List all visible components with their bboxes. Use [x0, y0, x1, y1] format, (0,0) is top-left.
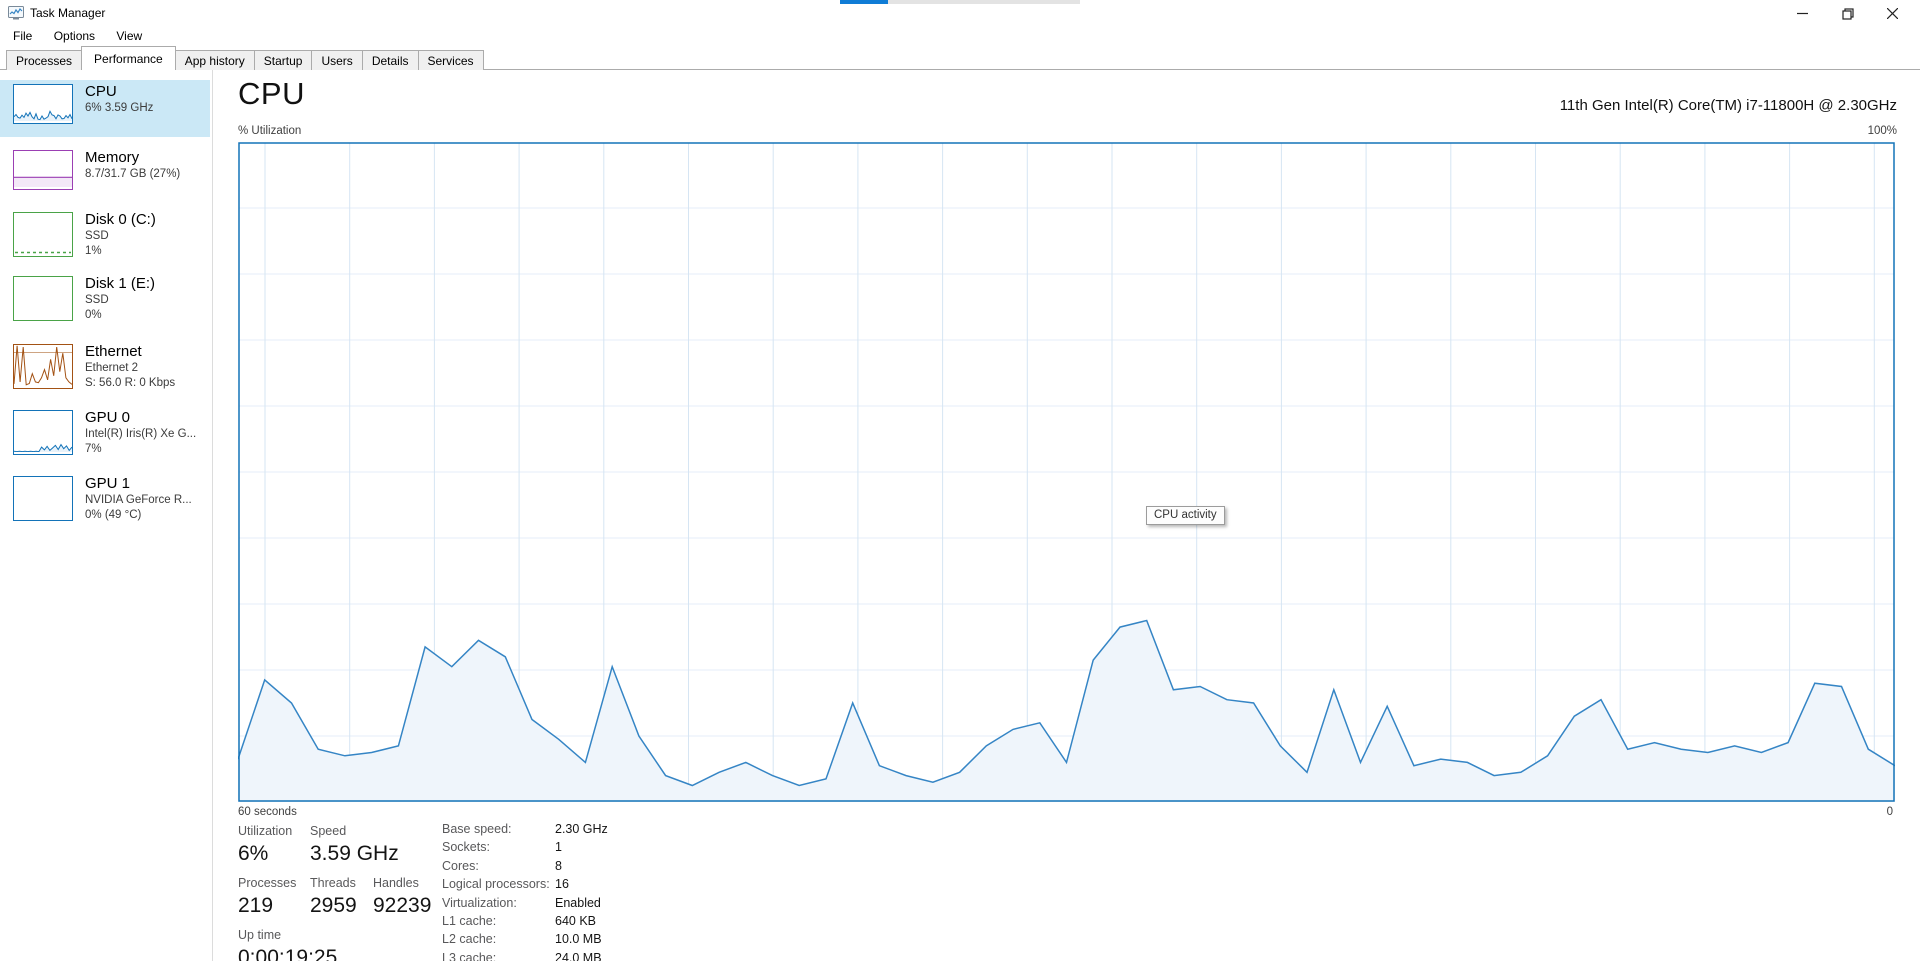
- tab-performance[interactable]: Performance: [81, 46, 176, 71]
- menu-options[interactable]: Options: [46, 27, 103, 45]
- sidebar-item-line2: 8.7/31.7 GB (27%): [85, 168, 181, 180]
- sidebar-item-disk1[interactable]: Disk 1 (E:) SSD 0%: [0, 272, 210, 336]
- sidebar-item-line3: 7%: [85, 443, 102, 455]
- top-progress-fill: [840, 0, 888, 4]
- stat-right-value: 24.0 MB: [555, 950, 602, 961]
- cpu-panel: CPU 11th Gen Intel(R) Core(TM) i7-11800H…: [213, 70, 1920, 961]
- stat-right-label: Virtualization:: [442, 895, 517, 910]
- memory-mini-chart: [13, 150, 73, 190]
- tab-processes[interactable]: Processes: [6, 50, 83, 70]
- sidebar-item-line3: 0%: [85, 309, 102, 321]
- sidebar-item-title: Disk 1 (E:): [85, 275, 156, 292]
- cpu-utilization-chart[interactable]: [237, 142, 1896, 802]
- gpu0-mini-chart: [13, 410, 73, 455]
- stat-speed-label: Speed: [310, 824, 347, 838]
- x-left-label: 60 seconds: [238, 806, 297, 818]
- sidebar-item-title: Memory: [85, 149, 140, 166]
- sidebar-item-title: CPU: [85, 83, 117, 100]
- stat-threads-label: Threads: [310, 876, 356, 890]
- stat-right-label: Sockets:: [442, 840, 490, 855]
- sidebar-item-line3: 1%: [85, 245, 102, 257]
- sidebar-item-title: Disk 0 (C:): [85, 211, 156, 228]
- sidebar-item-line3: S: 56.0 R: 0 Kbps: [85, 377, 176, 389]
- stat-handles-label: Handles: [373, 876, 419, 890]
- sidebar-item-title: GPU 0: [85, 409, 131, 426]
- sidebar-item-line2: SSD: [85, 230, 109, 242]
- tab-services[interactable]: Services: [417, 50, 484, 70]
- disk0-mini-chart: [13, 212, 73, 257]
- stat-right-value: 10.0 MB: [555, 932, 602, 947]
- restore-icon: [1841, 7, 1854, 20]
- menu-bar: File Options View: [0, 27, 1920, 46]
- sidebar-item-ethernet[interactable]: Ethernet Ethernet 2 S: 56.0 R: 0 Kbps: [0, 340, 210, 404]
- stat-right-value: Enabled: [555, 895, 601, 910]
- stat-right-value: 8: [555, 858, 562, 873]
- ethernet-mini-chart: [13, 344, 73, 389]
- menu-view[interactable]: View: [108, 27, 150, 45]
- sidebar-item-title: GPU 1: [85, 475, 131, 492]
- window-title: Task Manager: [30, 6, 106, 20]
- task-manager-window: Task Manager File Options View Processes…: [0, 0, 1920, 961]
- y-max-label: 100%: [1867, 125, 1897, 137]
- task-manager-icon: [8, 6, 24, 20]
- disk1-mini-chart: [13, 276, 73, 321]
- y-axis-label: % Utilization: [238, 125, 302, 137]
- stat-right-value: 2.30 GHz: [555, 822, 608, 836]
- sidebar-item-disk0[interactable]: Disk 0 (C:) SSD 1%: [0, 208, 210, 272]
- stat-processes-label: Processes: [238, 876, 297, 890]
- stat-right-label: L3 cache:: [442, 950, 497, 961]
- sidebar-item-memory[interactable]: Memory 8.7/31.7 GB (27%): [0, 146, 210, 203]
- cpu-full-name: 11th Gen Intel(R) Core(TM) i7-11800H @ 2…: [1559, 97, 1897, 114]
- stat-threads-value: 2959: [310, 894, 357, 917]
- sidebar-item-cpu[interactable]: CPU 6% 3.59 GHz: [0, 80, 210, 137]
- tab-details[interactable]: Details: [361, 50, 419, 70]
- sidebar-item-line2: Ethernet 2: [85, 362, 139, 374]
- tab-users[interactable]: Users: [311, 50, 363, 70]
- restore-button[interactable]: [1825, 0, 1870, 27]
- close-button[interactable]: [1870, 0, 1915, 27]
- stat-uptime-value: 0:00:19:25: [238, 946, 338, 961]
- stat-speed-value: 3.59 GHz: [310, 842, 399, 865]
- performance-sidebar: CPU 6% 3.59 GHz Memory 8.7/31.7 GB (27%) Dis…: [0, 70, 212, 961]
- stat-handles-value: 92239: [373, 894, 432, 917]
- top-progress-bar: [840, 0, 1080, 4]
- stat-utilization-value: 6%: [238, 842, 269, 865]
- sidebar-item-line2: NVIDIA GeForce R...: [85, 494, 192, 506]
- menu-file[interactable]: File: [5, 27, 40, 45]
- sidebar-item-line2: 6% 3.59 GHz: [85, 102, 154, 114]
- stat-utilization-label: Utilization: [238, 824, 293, 838]
- sidebar-item-gpu1[interactable]: GPU 1 NVIDIA GeForce R... 0% (49 °C): [0, 472, 210, 536]
- stat-right-value: 1: [555, 840, 562, 855]
- stat-uptime-label: Up time: [238, 928, 282, 942]
- sidebar-item-title: Ethernet: [85, 343, 142, 360]
- stat-right-label: Base speed:: [442, 822, 512, 836]
- minimize-button[interactable]: [1780, 0, 1825, 27]
- x-right-label: 0: [1886, 806, 1893, 818]
- stat-right-label: L1 cache:: [442, 914, 497, 928]
- sidebar-item-line2: SSD: [85, 294, 109, 306]
- cpu-mini-chart: [13, 84, 73, 124]
- close-icon: [1887, 8, 1898, 19]
- stat-right-label: Cores:: [442, 858, 479, 873]
- stat-right-label: L2 cache:: [442, 932, 497, 947]
- tab-startup[interactable]: Startup: [253, 50, 313, 70]
- minimize-icon: [1797, 12, 1808, 15]
- stat-right-label: Logical processors:: [442, 877, 550, 892]
- tab-app-history[interactable]: App history: [174, 50, 255, 70]
- gpu1-mini-chart: [13, 476, 73, 521]
- stat-right-value: 16: [555, 877, 569, 892]
- stat-processes-value: 219: [238, 894, 274, 917]
- sidebar-item-line3: 0% (49 °C): [85, 509, 142, 521]
- stat-right-value: 640 KB: [555, 914, 597, 928]
- tab-bar: Processes Performance App history Startu…: [0, 46, 1920, 71]
- sidebar-item-gpu0[interactable]: GPU 0 Intel(R) Iris(R) Xe G... 7%: [0, 406, 210, 470]
- title-bar: Task Manager: [0, 0, 1920, 27]
- cpu-activity-tooltip: CPU activity: [1146, 506, 1225, 525]
- page-title: CPU: [238, 76, 305, 111]
- sidebar-item-line2: Intel(R) Iris(R) Xe G...: [85, 428, 197, 440]
